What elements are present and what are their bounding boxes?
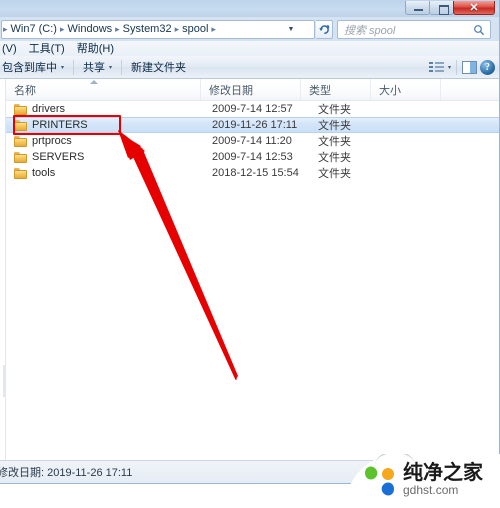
preview-pane-icon[interactable] [462,61,477,74]
menu-item-help[interactable]: 帮助(H) [71,42,120,56]
table-row[interactable]: PRINTERS 2019-11-26 17:11 文件夹 [6,117,499,133]
new-folder-label: 新建文件夹 [131,62,187,74]
breadcrumb-item-spool[interactable]: spool [180,21,210,38]
breadcrumb-item-system32[interactable]: System32 [121,21,174,38]
file-name-cell[interactable]: tools [6,167,206,179]
folder-icon [14,167,27,179]
search-box[interactable]: 搜索 spool [337,20,491,39]
file-type-cell: 文件夹 [318,120,351,132]
file-date-cell: 2018-12-15 15:54 [212,167,299,179]
chevron-down-icon: ▾ [61,64,65,71]
toolbar-divider [121,59,123,75]
search-icon [474,25,485,36]
maximize-button[interactable] [429,1,454,15]
column-header-date-modified[interactable]: 修改日期 [201,79,301,100]
watermark-domain: gdhst.com [403,483,459,497]
file-name-cell[interactable]: drivers [6,103,206,115]
refresh-button[interactable] [316,20,333,39]
share-button[interactable]: 共享 ▾ [76,57,119,77]
breadcrumb-item-win7c[interactable]: Win7 (C:) [9,21,59,38]
column-header-row: 名称 修改日期 类型 大小 [6,79,499,101]
refresh-icon [318,24,329,34]
address-row: ▸ Win7 (C:) ▸ Windows ▸ System32 ▸ spool… [0,17,499,41]
menu-item-tools[interactable]: 工具(T) [23,42,71,56]
file-name-label: PRINTERS [32,119,88,131]
toolbar-divider [73,59,75,75]
folder-icon [14,103,27,115]
file-list-pane[interactable]: 名称 修改日期 类型 大小 drivers 2009-7-14 12:57 文件夹 P… [6,79,499,460]
screenshot-root: ✕ ▸ Win7 (C:) ▸ Windows ▸ System32 ▸ spo… [0,0,500,508]
file-date-cell: 2009-7-14 11:20 [212,135,292,147]
table-row[interactable]: drivers 2009-7-14 12:57 文件夹 [6,101,499,117]
column-header-size[interactable]: 大小 [371,79,441,100]
table-row[interactable]: prtprocs 2009-7-14 11:20 文件夹 [6,133,499,149]
folder-icon [14,135,27,147]
file-name-cell[interactable]: PRINTERS [6,119,206,131]
folder-icon [14,119,27,131]
explorer-window: ✕ ▸ Win7 (C:) ▸ Windows ▸ System32 ▸ spo… [0,0,500,484]
column-header-type[interactable]: 类型 [301,79,371,100]
close-button[interactable]: ✕ [453,1,495,15]
menu-bar: (V) 工具(T) 帮助(H) [0,41,499,56]
column-header-type-label: 类型 [309,84,331,97]
share-label: 共享 [83,62,106,74]
file-name-label: tools [32,167,56,179]
breadcrumb-separator-4[interactable]: ▸ [210,21,217,38]
file-type-cell: 文件夹 [318,168,351,180]
file-type-cell: 文件夹 [318,104,351,116]
include-in-library-label: 包含到库中 [2,62,57,74]
watermark-site-name: 纯净之家 [403,460,483,484]
column-header-date-label: 修改日期 [209,84,253,97]
column-header-name[interactable]: 名称 [6,79,201,100]
file-name-label: prtprocs [32,135,72,147]
command-toolbar: 包含到库中 ▾ 共享 ▾ 新建文件夹 ▾ ? [0,56,499,79]
column-header-size-label: 大小 [379,84,401,97]
breadcrumb-item-windows[interactable]: Windows [66,21,115,38]
address-bar-breadcrumb[interactable]: ▸ Win7 (C:) ▸ Windows ▸ System32 ▸ spool… [1,20,315,39]
window-title-bar: ✕ [0,0,499,17]
search-input-placeholder: 搜索 spool [344,24,396,37]
close-icon: ✕ [469,2,479,14]
file-name-cell[interactable]: SERVERS [6,151,206,163]
table-row[interactable]: SERVERS 2009-7-14 12:53 文件夹 [6,149,499,165]
watermark-logo-icon [365,466,394,496]
file-date-cell: 2019-11-26 17:11 [212,119,298,131]
file-rows: drivers 2009-7-14 12:57 文件夹 PRINTERS 2019-11… [6,101,499,460]
status-text: 修改日期: 2019-11-26 17:11 [0,467,133,479]
window-controls: ✕ [405,1,495,16]
file-type-cell: 文件夹 [318,136,351,148]
menu-item-view[interactable]: (V) [0,42,23,56]
site-watermark: 纯净之家 gdhst.com [345,454,500,508]
table-row[interactable]: tools 2018-12-15 15:54 文件夹 [6,165,499,181]
chevron-down-icon: ▾ [109,64,113,71]
column-header-name-label: 名称 [14,84,36,97]
chevron-down-icon[interactable]: ▾ [448,64,451,71]
file-name-label: drivers [32,103,66,115]
minimize-button[interactable] [405,1,430,15]
watermark-text: 纯净之家 gdhst.com [403,461,499,497]
sort-ascending-icon [90,80,98,84]
include-in-library-button[interactable]: 包含到库中 ▾ [0,57,71,77]
change-view-icon[interactable] [428,61,445,75]
file-type-cell: 文件夹 [318,152,351,164]
help-icon[interactable]: ? [480,60,495,75]
file-date-cell: 2009-7-14 12:57 [212,103,293,115]
toolbar-right-group: ▾ ? [428,56,495,79]
toolbar-divider [456,60,457,75]
content-area: 名称 修改日期 类型 大小 drivers 2009-7-14 12:57 文件夹 P… [0,79,499,460]
new-folder-button[interactable]: 新建文件夹 [124,57,193,77]
file-name-cell[interactable]: prtprocs [6,135,206,147]
folder-icon [14,151,27,163]
file-date-cell: 2009-7-14 12:53 [212,151,293,163]
chevron-down-icon[interactable]: ▼ [284,21,298,38]
file-name-label: SERVERS [32,151,85,163]
